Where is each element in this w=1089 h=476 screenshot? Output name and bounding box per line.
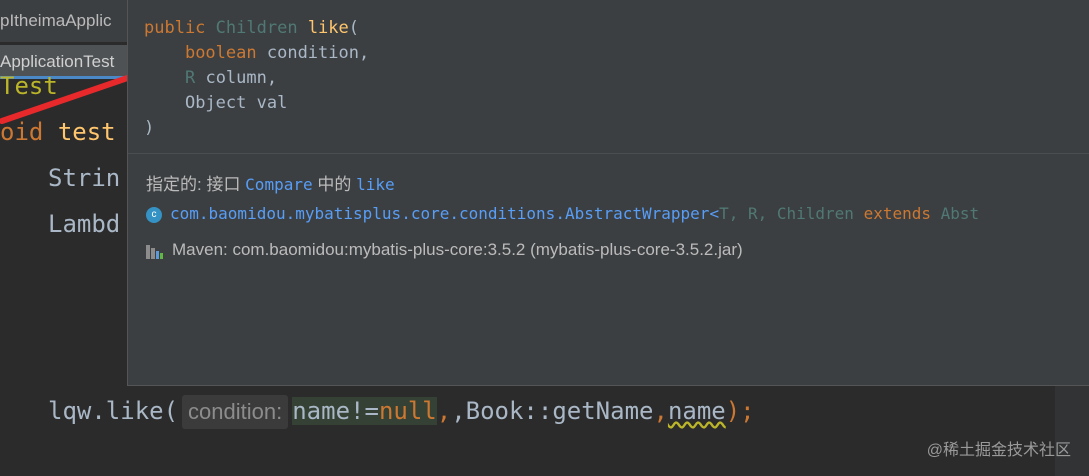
editor-tab-application[interactable]: pItheimaApplic bbox=[0, 0, 128, 42]
code-string-line: Strin bbox=[48, 164, 121, 192]
sig-param2-type: R bbox=[184, 68, 196, 88]
sig-param1-type: boolean bbox=[184, 43, 257, 63]
editor-gutter-right bbox=[1055, 386, 1089, 476]
code-call-end: ); bbox=[725, 397, 755, 425]
sig-method-name: like bbox=[307, 18, 349, 38]
code-arg-separator-1: , bbox=[436, 397, 452, 425]
maven-coordinates: Maven: com.baomidou:mybatis-plus-core:3.… bbox=[172, 240, 743, 259]
code-getname-ref: ,Book::getName bbox=[451, 397, 654, 425]
sig-public-keyword: public bbox=[144, 18, 206, 38]
code-arg-name: name bbox=[667, 397, 726, 425]
code-lqw-like-call: lqw.like( bbox=[48, 397, 179, 425]
code-highlighted-argument: name!=null bbox=[292, 397, 437, 425]
sig-open-paren: ( bbox=[348, 18, 360, 38]
parameter-hint-condition: condition: bbox=[182, 395, 289, 429]
popup-divider bbox=[128, 153, 1089, 154]
class-extends-keyword: extends bbox=[853, 204, 941, 223]
compare-interface-link[interactable]: Compare bbox=[245, 175, 312, 194]
code-arg-name-neq: name!= bbox=[292, 397, 379, 425]
class-extends-rest: Abst bbox=[940, 204, 980, 223]
sig-param1-name: condition, bbox=[266, 43, 370, 63]
sig-close-paren: ) bbox=[144, 118, 155, 138]
code-lambda-line: Lambd bbox=[48, 210, 121, 238]
specified-middle-text: 中的 bbox=[312, 175, 357, 194]
sig-param3: Object val bbox=[184, 93, 288, 113]
code-arg-separator-2: , bbox=[653, 397, 668, 425]
specified-label: 指定的: 接口 bbox=[146, 175, 246, 194]
library-icon bbox=[146, 243, 164, 259]
abstract-wrapper-link[interactable]: com.baomidou.mybatisplus.core.conditions… bbox=[170, 204, 719, 223]
quick-documentation-popup: public Children like( boolean condition,… bbox=[127, 0, 1089, 386]
like-call-line: lqw.like(condition: name!=null,,Book::get… bbox=[48, 394, 755, 434]
like-method-link[interactable]: like bbox=[356, 175, 395, 194]
declaring-class-row: c com.baomidou.mybatisplus.core.condition… bbox=[146, 204, 979, 223]
sig-param2-name: column, bbox=[205, 68, 278, 88]
class-type-params: T, R, Children bbox=[719, 204, 854, 223]
watermark: @稀土掘金技术社区 bbox=[926, 442, 1071, 459]
specified-by-row: 指定的: 接口 Compare 中的 like bbox=[146, 170, 395, 195]
method-signature: public Children like( boolean condition,… bbox=[144, 16, 369, 141]
code-null-keyword: null bbox=[378, 397, 437, 425]
class-icon: c bbox=[146, 206, 162, 223]
maven-library-row: Maven: com.baomidou:mybatis-plus-core:3.… bbox=[146, 240, 743, 260]
sig-return-type: Children bbox=[215, 18, 298, 38]
